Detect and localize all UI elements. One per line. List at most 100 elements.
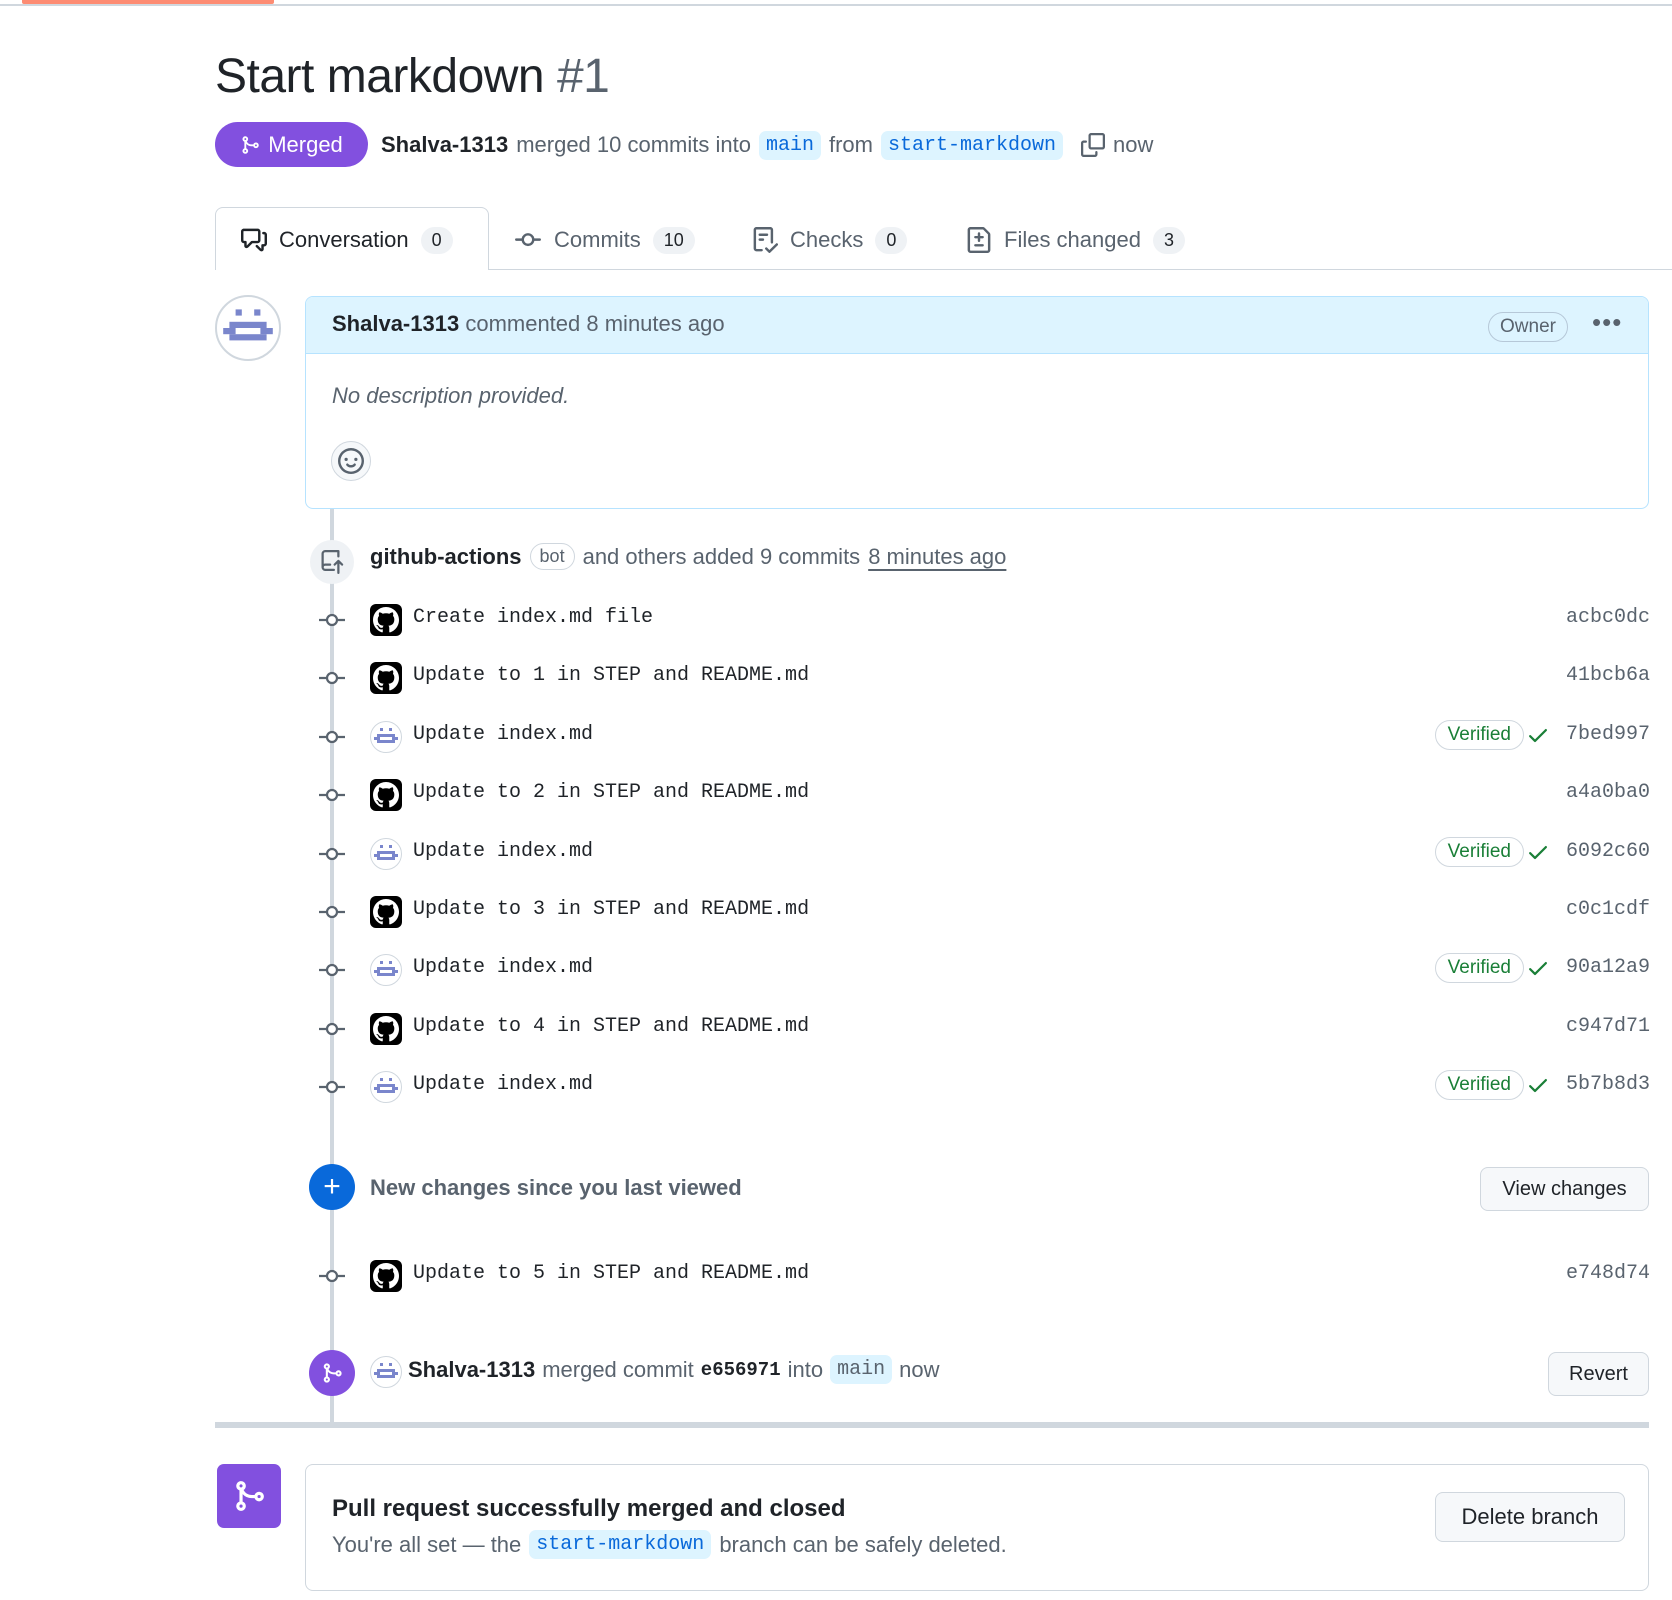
commit-message-link[interactable]: Update to 1 in STEP and README.md <box>413 664 809 687</box>
file-diff-icon <box>967 227 991 253</box>
merge-branch-chip[interactable]: main <box>830 1355 893 1384</box>
check-icon[interactable] <box>1526 956 1550 980</box>
state-badge-merged: Merged <box>215 122 368 167</box>
pr-author-link[interactable]: Shalva-1313 <box>381 132 508 158</box>
github-mark-icon <box>373 899 399 925</box>
commit-author-avatar[interactable] <box>370 662 402 695</box>
commit-author-avatar[interactable] <box>370 896 402 928</box>
commit-message-link[interactable]: Update index.md <box>413 723 593 746</box>
merge-status-box: Pull request successfully merged and clo… <box>305 1464 1649 1591</box>
commit-author-avatar[interactable] <box>370 720 402 753</box>
verified-badge[interactable]: Verified <box>1434 836 1524 867</box>
check-icon[interactable] <box>1526 1073 1550 1097</box>
deletable-branch-chip[interactable]: start-markdown <box>529 1530 712 1559</box>
git-commit-icon <box>319 1022 345 1035</box>
page-title: Start markdown #1 <box>215 44 610 110</box>
top-nav-active-indicator <box>22 0 274 4</box>
commit-sha-link[interactable]: 41bcb6a <box>1566 664 1650 687</box>
commit-row: Update to 4 in STEP and README.md c947d71 <box>310 1007 1650 1051</box>
commit-row: Update to 5 in STEP and README.md e748d74 <box>310 1254 1650 1298</box>
push-actor-link[interactable]: github-actions <box>370 544 522 570</box>
smiley-icon <box>338 448 364 474</box>
commit-node <box>310 668 354 688</box>
tab-commits[interactable]: Commits 10 <box>514 215 695 265</box>
delete-branch-button[interactable]: Delete branch <box>1435 1492 1625 1542</box>
revert-button[interactable]: Revert <box>1548 1352 1649 1396</box>
commit-sha-link[interactable]: e748d74 <box>1566 1262 1650 1285</box>
commit-message-link[interactable]: Update index.md <box>413 1073 593 1096</box>
commit-row: Update index.md Verified 5b7b8d3 <box>310 1065 1650 1109</box>
commit-sha-link[interactable]: acbc0dc <box>1566 606 1650 629</box>
commit-author-avatar[interactable] <box>370 604 402 636</box>
tab-label: Checks <box>790 227 864 252</box>
add-reaction-button[interactable] <box>331 441 371 481</box>
commit-node <box>310 727 354 747</box>
merge-actor-avatar[interactable] <box>370 1356 402 1388</box>
author-avatar[interactable] <box>215 295 281 361</box>
merge-actor-link[interactable]: Shalva-1313 <box>408 1357 535 1383</box>
verified-badge[interactable]: Verified <box>1434 1070 1524 1101</box>
identicon-avatar <box>374 961 398 977</box>
merge-event-line: Shalva-1313 merged commit e656971 into m… <box>408 1355 939 1384</box>
tab-counter: 10 <box>652 226 695 254</box>
check-icon[interactable] <box>1526 723 1550 747</box>
copy-branch-button[interactable] <box>1081 133 1106 157</box>
commit-message-link[interactable]: Create index.md file <box>413 606 653 629</box>
base-branch-chip[interactable]: main <box>758 130 821 160</box>
merge-commit-sha[interactable]: e656971 <box>701 1359 781 1381</box>
verified-badge[interactable]: Verified <box>1434 953 1524 984</box>
tab-checks[interactable]: Checks 0 <box>752 215 908 265</box>
commit-sha-link[interactable]: c0c1cdf <box>1566 898 1650 921</box>
commit-message-link[interactable]: Update to 3 in STEP and README.md <box>413 898 809 921</box>
tab-files-changed[interactable]: Files changed 3 <box>966 215 1185 265</box>
comment-author-line: Shalva-1313 commented 8 minutes ago <box>332 311 725 337</box>
tab-label: Conversation <box>279 227 409 252</box>
commit-author-avatar[interactable] <box>370 1012 402 1045</box>
github-mark-icon <box>373 607 399 633</box>
merge-status-title: Pull request successfully merged and clo… <box>332 1495 846 1522</box>
commit-row: Update index.md Verified 6092c60 <box>310 832 1650 876</box>
commit-author-avatar[interactable] <box>370 1260 402 1292</box>
commit-node <box>310 960 354 980</box>
git-commit-icon <box>319 789 345 802</box>
view-changes-button[interactable]: View changes <box>1480 1167 1649 1211</box>
verified-badge[interactable]: Verified <box>1434 719 1524 750</box>
commit-message-link[interactable]: Update index.md <box>413 840 593 863</box>
commit-message-link[interactable]: Update to 4 in STEP and README.md <box>413 1015 809 1038</box>
commit-author-avatar[interactable] <box>370 779 402 812</box>
commit-message-link[interactable]: Update to 2 in STEP and README.md <box>413 781 809 804</box>
commit-sha-link[interactable]: 7bed997 <box>1566 723 1650 746</box>
commit-author-avatar[interactable] <box>370 837 402 870</box>
commit-sha-link[interactable]: c947d71 <box>1566 1015 1650 1038</box>
check-icon <box>1529 1079 1547 1093</box>
check-icon[interactable] <box>1526 840 1550 864</box>
commit-node <box>310 1266 354 1286</box>
check-icon <box>1529 845 1547 859</box>
commit-message-link[interactable]: Update to 5 in STEP and README.md <box>413 1262 809 1285</box>
commit-node <box>310 785 354 805</box>
push-time-link[interactable]: 8 minutes ago <box>868 544 1006 570</box>
comment-author-link[interactable]: Shalva-1313 <box>332 311 459 336</box>
identicon-avatar <box>223 309 273 341</box>
git-commit-icon <box>515 233 541 247</box>
merge-into-text: into <box>787 1356 824 1382</box>
kebab-horizontal-icon[interactable]: ••• <box>1592 307 1622 338</box>
top-nav-border <box>0 4 1672 6</box>
github-mark-icon <box>373 1015 399 1042</box>
commit-row: Update index.md Verified 7bed997 <box>310 715 1650 759</box>
head-branch-chip[interactable]: start-markdown <box>880 130 1064 160</box>
commit-sha-link[interactable]: 5b7b8d3 <box>1566 1073 1650 1096</box>
checklist-icon <box>753 227 778 253</box>
git-merge-icon <box>217 1464 281 1528</box>
commit-message-link[interactable]: Update index.md <box>413 956 593 979</box>
commit-sha-link[interactable]: 6092c60 <box>1566 840 1650 863</box>
pr-title: Start markdown <box>215 50 545 103</box>
commit-node <box>310 1077 354 1097</box>
commit-sha-link[interactable]: 90a12a9 <box>1566 956 1650 979</box>
tab-conversation[interactable]: Conversation 0 <box>241 215 453 265</box>
git-commit-icon <box>319 672 345 685</box>
commit-sha-link[interactable]: a4a0ba0 <box>1566 781 1650 804</box>
commit-author-avatar[interactable] <box>370 1071 402 1104</box>
commit-author-avatar[interactable] <box>370 954 402 987</box>
tab-counter: 3 <box>1152 226 1185 254</box>
